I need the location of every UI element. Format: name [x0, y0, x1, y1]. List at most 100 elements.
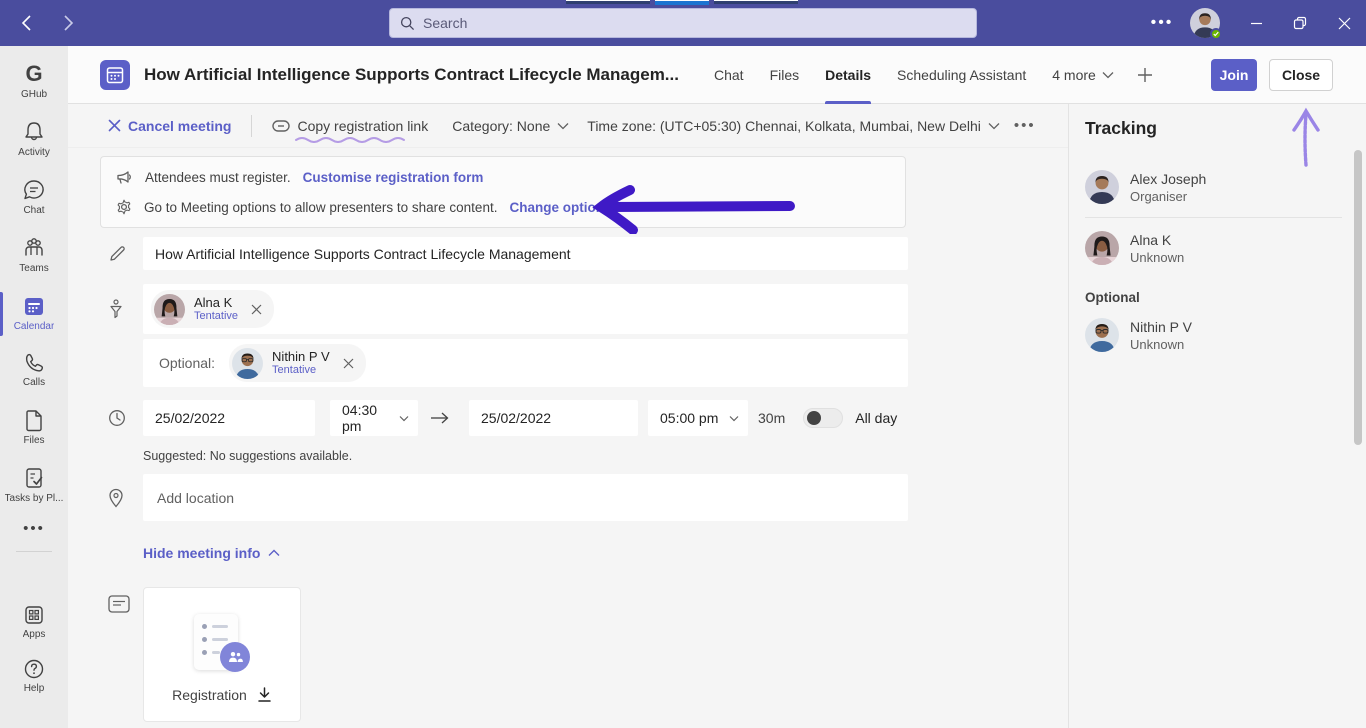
tab-files[interactable]: Files — [757, 46, 813, 104]
restore-button[interactable] — [1278, 0, 1322, 46]
location-input[interactable] — [143, 490, 908, 506]
chevron-down-icon — [729, 415, 739, 422]
optional-attendees-field[interactable]: Optional: Nithin P V Tentative — [143, 339, 908, 387]
attendee-status: Tentative — [194, 310, 238, 323]
remove-attendee-icon[interactable] — [251, 304, 262, 315]
sidebar-item-apps[interactable]: Apps — [0, 598, 68, 646]
titlebar-more-icon[interactable]: ••• — [1142, 14, 1182, 32]
cancel-meeting-button[interactable]: Cancel meeting — [108, 118, 231, 134]
sidebar-item-files[interactable]: Files — [0, 402, 68, 452]
change-options-link[interactable]: Change options — [509, 200, 611, 215]
optional-label: Optional: — [159, 355, 215, 371]
sidebar-item-tasks[interactable]: Tasks by Pl... — [0, 460, 68, 510]
screen-capture-bars — [566, 0, 798, 5]
cancel-x-icon — [108, 119, 121, 132]
registration-card[interactable]: Registration — [143, 587, 301, 722]
clock-icon — [108, 409, 143, 427]
add-tab-button[interactable] — [1137, 67, 1153, 83]
all-day-toggle[interactable] — [803, 408, 843, 428]
avatar-alex — [1085, 170, 1119, 204]
registration-label: Registration — [172, 687, 247, 703]
register-notice-text: Attendees must register. — [145, 170, 291, 185]
attendee-name: Alna K — [194, 295, 238, 311]
help-icon — [23, 658, 45, 680]
sidebar-item-calls[interactable]: Calls — [0, 346, 68, 394]
sidebar-item-calendar[interactable]: Calendar — [0, 288, 68, 338]
tracking-person-nithin: Nithin P VUnknown — [1085, 309, 1366, 361]
sidebar-item-ghub[interactable]: G GHub — [0, 56, 68, 106]
window-close-button[interactable] — [1322, 0, 1366, 46]
chevron-down-icon — [557, 122, 569, 130]
tab-scheduling-assistant[interactable]: Scheduling Assistant — [884, 46, 1039, 104]
customise-registration-form-link[interactable]: Customise registration form — [303, 170, 484, 185]
presence-available-icon — [1210, 28, 1222, 40]
ghub-icon: G — [25, 62, 42, 86]
sidebar-item-activity[interactable]: Activity — [0, 114, 68, 164]
arrow-right-icon — [430, 411, 450, 425]
teams-people-icon — [21, 236, 47, 260]
download-icon[interactable] — [257, 687, 272, 703]
nav-back-icon[interactable] — [16, 13, 36, 33]
gear-icon — [116, 199, 132, 215]
remove-attendee-icon[interactable] — [343, 358, 354, 369]
sidebar-item-help[interactable]: Help — [0, 652, 68, 700]
apps-grid-icon — [23, 604, 45, 626]
chevron-down-icon — [988, 122, 1000, 130]
meeting-title-input[interactable] — [143, 237, 908, 270]
add-attendee-icon — [108, 284, 143, 334]
bell-icon — [23, 120, 45, 144]
avatar-nithin — [232, 348, 263, 379]
join-button[interactable]: Join — [1211, 59, 1257, 91]
meeting-toolbar: Cancel meeting Copy registration link Ca… — [68, 104, 1068, 148]
link-icon — [272, 120, 290, 132]
sidebar-more-icon[interactable]: ••• — [23, 510, 45, 537]
attendee-status: Tentative — [272, 364, 330, 377]
main-scrollbar[interactable] — [1354, 150, 1362, 445]
tab-chat[interactable]: Chat — [701, 46, 757, 104]
sidebar-item-chat[interactable]: Chat — [0, 172, 68, 222]
tab-details[interactable]: Details — [812, 46, 884, 104]
tracking-divider — [1085, 217, 1342, 218]
end-date-input[interactable]: 25/02/2022 — [469, 400, 638, 436]
meeting-options-notice-text: Go to Meeting options to allow presenter… — [144, 200, 497, 215]
toolbar-more-icon[interactable]: ••• — [1014, 117, 1036, 134]
annotation-squiggle-underline — [294, 136, 406, 143]
megaphone-icon — [116, 169, 133, 185]
tracking-panel: Tracking Alex JosephOrganiser Alna KUnkn… — [1068, 104, 1366, 728]
chevron-down-icon — [1102, 71, 1114, 79]
avatar-nithin — [1085, 318, 1119, 352]
timezone-selector[interactable]: Time zone: (UTC+05:30) Chennai, Kolkata,… — [587, 118, 1000, 134]
description-icon — [108, 587, 143, 722]
tab-more[interactable]: 4 more — [1039, 46, 1127, 104]
hide-meeting-info-link[interactable]: Hide meeting info — [143, 545, 280, 561]
search-icon — [400, 16, 415, 31]
attendee-chip-alna[interactable]: Alna K Tentative — [151, 290, 274, 328]
registration-notice-box: Attendees must register. Customise regis… — [100, 156, 906, 228]
window-titlebar: Search ••• — [0, 0, 1366, 46]
end-time-select[interactable]: 05:00 pm — [648, 400, 748, 436]
pencil-icon — [108, 237, 143, 270]
tab-bar: Chat Files Details Scheduling Assistant … — [701, 46, 1153, 104]
tracking-optional-heading: Optional — [1085, 290, 1366, 305]
close-button[interactable]: Close — [1269, 59, 1333, 91]
sidebar-item-teams[interactable]: Teams — [0, 230, 68, 280]
avatar-alna — [1085, 231, 1119, 265]
attendee-name: Nithin P V — [272, 349, 330, 365]
chevron-down-icon — [399, 415, 409, 422]
category-selector[interactable]: Category: None — [452, 118, 569, 134]
attendee-chip-nithin[interactable]: Nithin P V Tentative — [229, 344, 366, 382]
search-input[interactable]: Search — [389, 8, 977, 38]
file-icon — [24, 408, 44, 432]
nav-forward-icon[interactable] — [58, 13, 78, 33]
people-badge-icon — [220, 642, 250, 672]
app-rail: G GHub Activity Chat Teams Calendar Call… — [0, 46, 68, 728]
required-attendees-field[interactable]: Alna K Tentative — [143, 284, 908, 334]
minimize-button[interactable] — [1234, 0, 1278, 46]
page-title: How Artificial Intelligence Supports Con… — [144, 65, 679, 85]
duration-label: 30m — [758, 410, 785, 426]
chat-icon — [22, 178, 46, 202]
profile-avatar[interactable] — [1190, 8, 1220, 38]
start-time-select[interactable]: 04:30 pm — [330, 400, 418, 436]
start-date-input[interactable]: 25/02/2022 — [143, 400, 315, 436]
copy-registration-link-button[interactable]: Copy registration link — [272, 118, 428, 134]
